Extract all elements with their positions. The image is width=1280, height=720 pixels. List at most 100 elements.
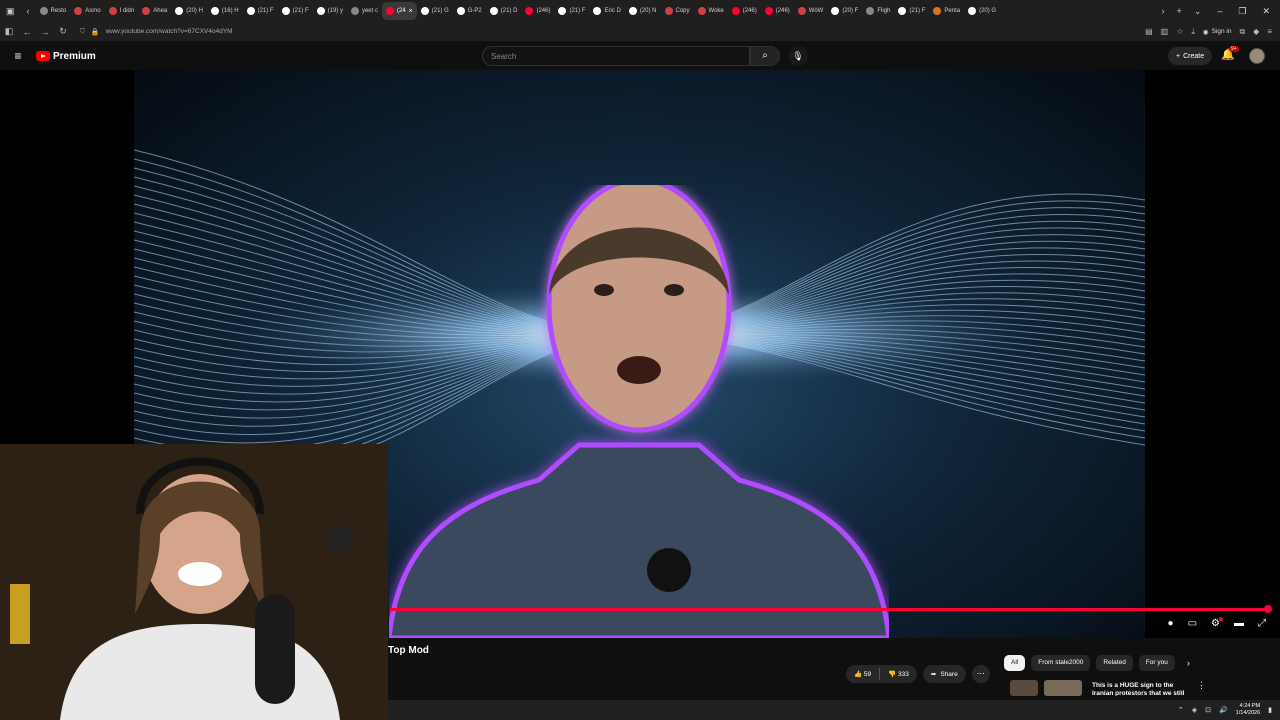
guide-menu-icon[interactable]: ≡ <box>0 49 36 63</box>
search-input[interactable]: Search <box>482 46 750 66</box>
browser-tab[interactable]: (20) F <box>827 2 862 20</box>
tray-expand-icon[interactable]: ⌃ <box>1178 706 1184 714</box>
browser-tab[interactable]: (21) F <box>894 2 929 20</box>
browser-tab[interactable]: (19) y <box>313 2 347 20</box>
tab-search-icon[interactable]: ⌄ <box>1188 6 1208 17</box>
browser-tab[interactable]: Penta <box>929 2 964 20</box>
share-button[interactable]: ➦ Share <box>922 665 966 683</box>
browser-tab[interactable]: Copy <box>661 2 694 20</box>
rec-video-title[interactable]: This is a HUGE sign to the Iranian prote… <box>1092 682 1192 696</box>
browser-tab[interactable]: WoW <box>794 2 828 20</box>
browser-menu-icon[interactable]: ≡ <box>1267 27 1272 36</box>
dislike-button[interactable]: 👎 333 <box>888 670 909 678</box>
browser-tab[interactable]: (21) D <box>486 2 522 20</box>
chip-from-channel[interactable]: From stale2000 <box>1031 655 1091 671</box>
account-icon: ◉ <box>1202 28 1209 36</box>
tab-favicon-icon <box>108 7 117 15</box>
forward-button[interactable]: → <box>36 27 54 37</box>
tab-scroll-left-icon[interactable]: ‹ <box>21 6 36 16</box>
browser-tab[interactable]: I didn <box>105 2 139 20</box>
browser-tab[interactable]: Resto <box>36 2 71 20</box>
chip-for-you[interactable]: For you <box>1138 655 1175 671</box>
reader-view-icon[interactable]: ▤ <box>1145 27 1153 36</box>
browser-tab[interactable]: (246) <box>728 2 761 20</box>
tab-menu-icon[interactable]: ▣ <box>0 6 21 17</box>
browser-tab[interactable]: (21) G <box>417 2 453 20</box>
captions-icon[interactable]: ▭ <box>1188 618 1197 629</box>
browser-tab[interactable]: Woke <box>694 2 728 20</box>
split-view-icon[interactable]: ▥ <box>1161 27 1169 36</box>
bookmark-star-icon[interactable]: ☆ <box>1176 27 1183 36</box>
new-tab-button[interactable]: + <box>1171 6 1188 16</box>
browser-tab[interactable]: (21) F <box>278 2 313 20</box>
chip-related[interactable]: Related <box>1096 655 1133 671</box>
browser-tab[interactable]: G-P2 <box>453 2 486 20</box>
minimize-button[interactable]: – <box>1217 6 1222 17</box>
extension-badge-icon[interactable]: ◆ <box>1253 27 1259 36</box>
tab-label: Penta <box>944 8 961 14</box>
youtube-logo[interactable]: Premium <box>36 51 96 62</box>
create-button[interactable]: + Create <box>1168 47 1213 65</box>
close-window-button[interactable]: ✕ <box>1262 6 1270 17</box>
tab-label: Woke <box>708 8 724 14</box>
rec-thumbnail-small[interactable] <box>1010 680 1038 696</box>
extensions-icon[interactable]: ⧉ <box>1239 27 1245 37</box>
tab-label: Eric D <box>604 8 621 14</box>
tab-favicon-icon <box>797 7 806 15</box>
browser-tab[interactable]: Eric D <box>589 2 624 20</box>
search-button[interactable]: ⌕ <box>750 46 780 66</box>
chip-all[interactable]: All <box>1004 655 1026 671</box>
rec-thumbnail[interactable] <box>1044 680 1082 696</box>
system-clock[interactable]: 4:24 PM 1/14/2026 <box>1236 703 1260 717</box>
voice-search-button[interactable]: 🎙 <box>788 46 808 66</box>
sidebar-toggle-icon[interactable]: ◧ <box>0 26 18 37</box>
tab-label: Resto <box>50 8 67 14</box>
progress-scrubber[interactable] <box>1264 605 1272 613</box>
back-button[interactable]: ← <box>18 27 36 37</box>
fullscreen-icon[interactable]: ⤢ <box>1258 618 1266 629</box>
reload-button[interactable]: ↻ <box>54 26 72 37</box>
maximize-button[interactable]: ❐ <box>1238 6 1246 17</box>
browser-tab[interactable]: (21) F <box>243 2 278 20</box>
browser-tab[interactable]: yeet c <box>347 2 382 20</box>
theater-mode-icon[interactable]: ▬ <box>1234 618 1244 629</box>
sign-in-button[interactable]: ◉ Sign in <box>1203 28 1232 36</box>
tab-label: (20) F <box>842 8 859 14</box>
tray-app-icon[interactable]: ◈ <box>1192 706 1197 714</box>
network-icon[interactable]: ⊡ <box>1205 706 1211 714</box>
browser-tab[interactable]: (24 × <box>381 2 417 20</box>
recommendation-thumbnails[interactable] <box>1010 680 1082 696</box>
more-actions-button[interactable]: ⋯ <box>971 665 990 683</box>
tab-close-icon[interactable]: × <box>409 8 413 15</box>
browser-tab[interactable]: (20) N <box>625 2 661 20</box>
tab-scroll-right-icon[interactable]: › <box>1156 6 1171 16</box>
settings-gear-icon[interactable]: ⚙ <box>1211 617 1223 629</box>
tab-favicon-icon <box>210 7 219 15</box>
browser-tab[interactable]: (20) G <box>964 2 1000 20</box>
tab-favicon-icon <box>628 7 637 15</box>
browser-tab[interactable]: (20) H <box>171 2 207 20</box>
browser-tab[interactable]: Fligh <box>862 2 894 20</box>
chevron-right-icon[interactable]: › <box>1187 658 1190 668</box>
tab-favicon-icon <box>831 7 840 15</box>
browser-tab[interactable]: (246) <box>521 2 554 20</box>
browser-tab[interactable]: (16) H <box>207 2 243 20</box>
browser-tab[interactable]: Asmo <box>70 2 104 20</box>
search-icon: ⌕ <box>762 50 768 61</box>
notification-center-icon[interactable]: ▮ <box>1268 706 1272 714</box>
volume-icon[interactable]: 🔊 <box>1219 706 1228 714</box>
like-button[interactable]: 👍 59 <box>854 670 871 678</box>
tab-favicon-icon <box>316 7 325 15</box>
autoplay-toggle-icon[interactable]: ● <box>1168 618 1174 629</box>
browser-tab[interactable]: (21) F <box>554 2 589 20</box>
browser-tab[interactable]: (246) <box>761 2 794 20</box>
webcam-overlay <box>0 444 388 720</box>
rec-more-menu-icon[interactable]: ⋮ <box>1197 680 1206 691</box>
progress-bar[interactable] <box>390 608 1270 611</box>
browser-tab[interactable]: Ahea <box>138 2 171 20</box>
create-label: Create <box>1183 52 1205 60</box>
url-field[interactable]: ⛉ 🔒 www.youtube.com/watch?v=67CXV4o4dYM <box>80 28 1145 36</box>
user-avatar[interactable] <box>1249 48 1265 64</box>
download-icon[interactable]: ⤓ <box>1191 27 1195 37</box>
tab-label: I didn <box>119 8 135 14</box>
